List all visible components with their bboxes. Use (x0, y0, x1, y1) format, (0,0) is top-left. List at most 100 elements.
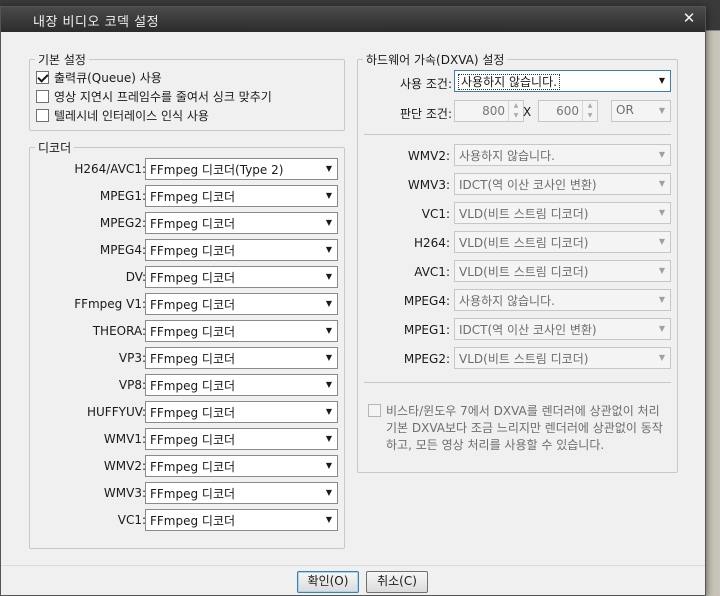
decoder-label: VC1: (117, 513, 146, 527)
vista-dxva-note-line-2: 하고, 모든 영상 처리를 사용할 수 있습니다. (386, 438, 605, 452)
chevron-down-icon: ▼ (658, 208, 666, 217)
spin-down-icon[interactable]: ▼ (509, 111, 523, 121)
judge-condition-row: 판단 조건: 800 ▲ ▼ X 600 ▲ ▼ OR ▼ (358, 100, 678, 124)
chevron-down-icon: ▼ (325, 191, 333, 200)
spin-up-icon[interactable]: ▲ (583, 101, 597, 111)
decoder-select-wmv2[interactable]: FFmpeg 디코더 ▼ (145, 455, 338, 477)
output-queue-checkbox[interactable] (36, 70, 49, 84)
use-condition-select[interactable]: 사용하지 않습니다. ▼ (454, 70, 671, 92)
decoder-select-value: FFmpeg 디코더 (150, 352, 236, 366)
decoder-select-ffmpeg-v1[interactable]: FFmpeg 디코더 ▼ (145, 293, 338, 315)
cancel-button[interactable]: 취소(C) (366, 571, 428, 593)
decoder-row-vc1: VC1: FFmpeg 디코더 ▼ (30, 509, 342, 533)
hw-codec-select-mpeg1[interactable]: IDCT(역 이산 코사인 변환) ▼ (454, 318, 671, 340)
judge-width-value: 800 (482, 104, 505, 118)
spin-up-icon[interactable]: ▲ (509, 101, 523, 111)
frame-drop-sync-option[interactable]: 영상 지연시 프레임수를 줄여서 싱크 맞추기 (36, 88, 272, 104)
frame-drop-sync-checkbox[interactable] (36, 89, 49, 103)
decoder-label: FFmpeg V1: (74, 297, 146, 311)
hw-codec-label: WMV3: (407, 178, 450, 192)
judge-width-spinner[interactable]: 800 ▲ ▼ (454, 100, 524, 122)
codec-settings-dialog: 내장 비디오 코덱 설정 ✕ 기본 설정 출력큐(Queue) 사용 영상 지연… (0, 6, 706, 596)
decoder-label: MPEG2: (99, 216, 146, 230)
hw-codec-select-vc1[interactable]: VLD(비트 스트림 디코더) ▼ (454, 202, 671, 224)
decoder-select-value: FFmpeg 디코더 (150, 217, 236, 231)
decoder-select-vc1[interactable]: FFmpeg 디코더 ▼ (145, 509, 338, 531)
chevron-down-icon: ▼ (325, 488, 333, 497)
hw-divider-top (364, 134, 671, 135)
chevron-down-icon: ▼ (325, 326, 333, 335)
decoder-row-wmv1: WMV1: FFmpeg 디코더 ▼ (30, 428, 342, 452)
decoder-row-mpeg4: MPEG4: FFmpeg 디코더 ▼ (30, 239, 342, 263)
decoder-label: VP3: (118, 351, 146, 365)
decoder-select-mpeg2[interactable]: FFmpeg 디코더 ▼ (145, 212, 338, 234)
decoder-row-huffyuv: HUFFYUV: FFmpeg 디코더 ▼ (30, 401, 342, 425)
chevron-down-icon: ▼ (325, 218, 333, 227)
chevron-down-icon: ▼ (325, 353, 333, 362)
decoder-row-dv: DV: FFmpeg 디코더 ▼ (30, 266, 342, 290)
spinner-buttons[interactable]: ▲ ▼ (508, 101, 523, 121)
decoder-select-value: FFmpeg 디코더 (150, 379, 236, 393)
hw-codec-select-mpeg2[interactable]: VLD(비트 스트림 디코더) ▼ (454, 347, 671, 369)
decoder-label: THEORA: (92, 324, 146, 338)
decoder-select-value: FFmpeg 디코더 (150, 271, 236, 285)
decoder-select-mpeg4[interactable]: FFmpeg 디코더 ▼ (145, 239, 338, 261)
chevron-down-icon: ▼ (658, 324, 666, 333)
chevron-down-icon: ▼ (658, 237, 666, 246)
hw-codec-select-avc1[interactable]: VLD(비트 스트림 디코더) ▼ (454, 260, 671, 282)
use-condition-row: 사용 조건: 사용하지 않습니다. ▼ (358, 70, 678, 94)
vista-dxva-option[interactable]: 비스타/윈도우 7에서 DXVA를 렌더러에 상관없이 처리 (368, 402, 660, 418)
hw-codec-select-mpeg4[interactable]: 사용하지 않습니다. ▼ (454, 289, 671, 311)
decoder-row-h264: H264/AVC1: FFmpeg 디코더(Type 2) ▼ (30, 158, 342, 182)
hw-accel-group: 하드웨어 가속(DXVA) 설정 사용 조건: 사용하지 않습니다. ▼ 판단 … (357, 51, 678, 473)
decoder-row-vp8: VP8: FFmpeg 디코더 ▼ (30, 374, 342, 398)
decoder-select-wmv1[interactable]: FFmpeg 디코더 ▼ (145, 428, 338, 450)
ok-button[interactable]: 확인(O) (297, 571, 359, 593)
telecine-option[interactable]: 텔레시네 인터레이스 인식 사용 (36, 107, 209, 123)
decoder-select-vp3[interactable]: FFmpeg 디코더 ▼ (145, 347, 338, 369)
hw-codec-row-wmv3: WMV3: IDCT(역 이산 코사인 변환) ▼ (358, 173, 678, 197)
hw-codec-row-h264: H264: VLD(비트 스트림 디코더) ▼ (358, 231, 678, 255)
decoder-select-vp8[interactable]: FFmpeg 디코더 ▼ (145, 374, 338, 396)
judge-operator-select[interactable]: OR ▼ (611, 100, 671, 122)
decoder-select-value: FFmpeg 디코더 (150, 298, 236, 312)
hw-codec-value: IDCT(역 이산 코사인 변환) (459, 323, 597, 337)
decoder-select-mpeg1[interactable]: FFmpeg 디코더 ▼ (145, 185, 338, 207)
vista-dxva-checkbox[interactable] (368, 403, 381, 417)
spin-down-icon[interactable]: ▼ (583, 111, 597, 121)
hw-codec-select-wmv3[interactable]: IDCT(역 이산 코사인 변환) ▼ (454, 173, 671, 195)
decoder-group: 디코더 H264/AVC1: FFmpeg 디코더(Type 2) ▼ MPEG… (29, 139, 345, 549)
decoder-label: HUFFYUV: (87, 405, 146, 419)
output-queue-option[interactable]: 출력큐(Queue) 사용 (36, 69, 162, 85)
hw-codec-select-h264[interactable]: VLD(비트 스트림 디코더) ▼ (454, 231, 671, 253)
title-bar[interactable]: 내장 비디오 코덱 설정 ✕ (1, 7, 705, 32)
chevron-down-icon: ▼ (325, 434, 333, 443)
chevron-down-icon: ▼ (325, 407, 333, 416)
hw-codec-value: VLD(비트 스트림 디코더) (459, 352, 589, 366)
judge-height-spinner[interactable]: 600 ▲ ▼ (538, 100, 598, 122)
chevron-down-icon: ▼ (658, 295, 666, 304)
decoder-select-wmv3[interactable]: FFmpeg 디코더 ▼ (145, 482, 338, 504)
judge-operator-value: OR (616, 103, 634, 117)
frame-drop-sync-label: 영상 지연시 프레임수를 줄여서 싱크 맞추기 (54, 89, 272, 104)
use-condition-label: 사용 조건: (399, 77, 452, 91)
telecine-label: 텔레시네 인터레이스 인식 사용 (54, 108, 209, 123)
dialog-title: 내장 비디오 코덱 설정 (33, 15, 160, 30)
decoder-select-huffyuv[interactable]: FFmpeg 디코더 ▼ (145, 401, 338, 423)
hw-codec-select-wmv2[interactable]: 사용하지 않습니다. ▼ (454, 144, 671, 166)
telecine-checkbox[interactable] (36, 108, 49, 122)
decoder-label: H264/AVC1: (74, 162, 146, 176)
close-icon[interactable]: ✕ (681, 10, 697, 26)
hw-accel-title: 하드웨어 가속(DXVA) 설정 (363, 51, 508, 68)
use-condition-value: 사용하지 않습니다. (458, 74, 560, 90)
decoder-row-mpeg1: MPEG1: FFmpeg 디코더 ▼ (30, 185, 342, 209)
decoder-select-value: FFmpeg 디코더 (150, 325, 236, 339)
decoder-label: WMV3: (103, 486, 146, 500)
decoder-select-h264[interactable]: FFmpeg 디코더(Type 2) ▼ (145, 158, 338, 180)
dimension-separator: X (523, 105, 532, 119)
decoder-select-dv[interactable]: FFmpeg 디코더 ▼ (145, 266, 338, 288)
hw-codec-row-vc1: VC1: VLD(비트 스트림 디코더) ▼ (358, 202, 678, 226)
chevron-down-icon: ▼ (658, 76, 666, 85)
spinner-buttons[interactable]: ▲ ▼ (582, 101, 597, 121)
decoder-select-theora[interactable]: FFmpeg 디코더 ▼ (145, 320, 338, 342)
